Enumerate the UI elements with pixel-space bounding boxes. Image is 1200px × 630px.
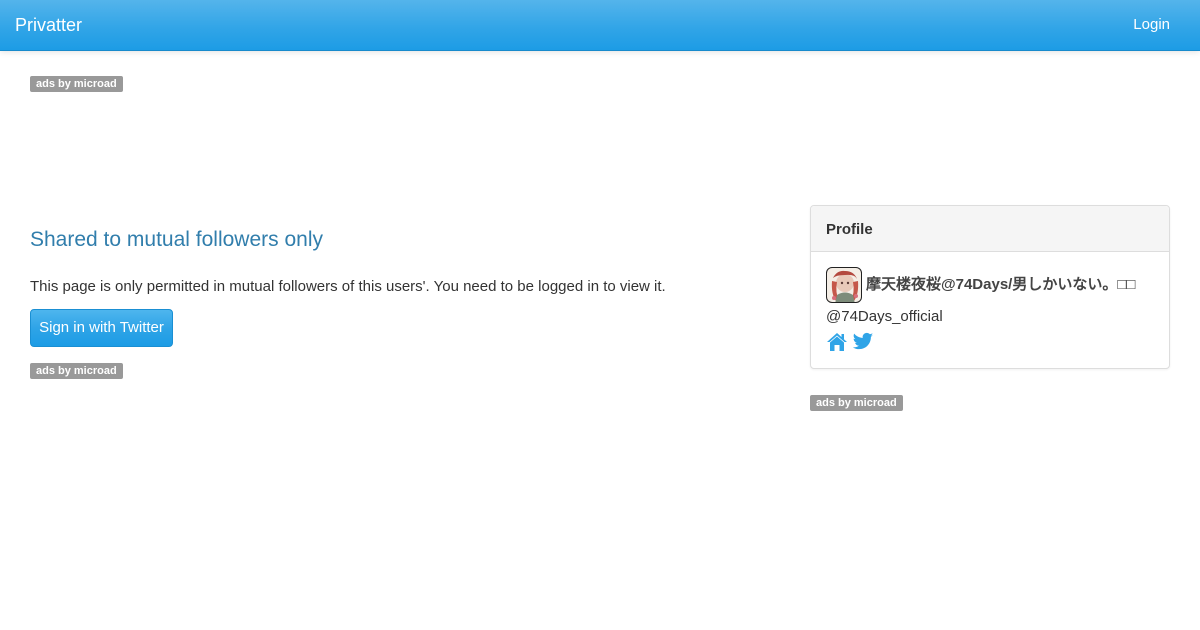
brand-link[interactable]: Privatter — [15, 14, 82, 36]
profile-panel: Profile 摩天楼夜桜@74Days/男しかいない。□□ @74Days_o… — [810, 205, 1170, 369]
top-navbar: Privatter Login — [0, 0, 1200, 51]
ad-badge[interactable]: ads by microad — [810, 395, 903, 411]
ad-badge[interactable]: ads by microad — [30, 363, 123, 379]
twitter-bird-icon[interactable] — [852, 332, 874, 352]
page-title: Shared to mutual followers only — [30, 228, 323, 251]
profile-panel-header: Profile — [811, 206, 1169, 252]
profile-display-name[interactable]: 摩天楼夜桜@74Days/男しかいない。□□ — [866, 276, 1166, 294]
profile-panel-title: Profile — [826, 221, 873, 238]
sign-in-twitter-button[interactable]: Sign in with Twitter — [30, 309, 173, 347]
ad-badge[interactable]: ads by microad — [30, 76, 123, 92]
access-notice: This page is only permitted in mutual fo… — [30, 278, 666, 295]
profile-screen-name: @74Days_official — [826, 308, 943, 325]
avatar[interactable] — [826, 267, 862, 303]
login-link[interactable]: Login — [1133, 16, 1170, 34]
home-icon[interactable] — [826, 332, 848, 352]
